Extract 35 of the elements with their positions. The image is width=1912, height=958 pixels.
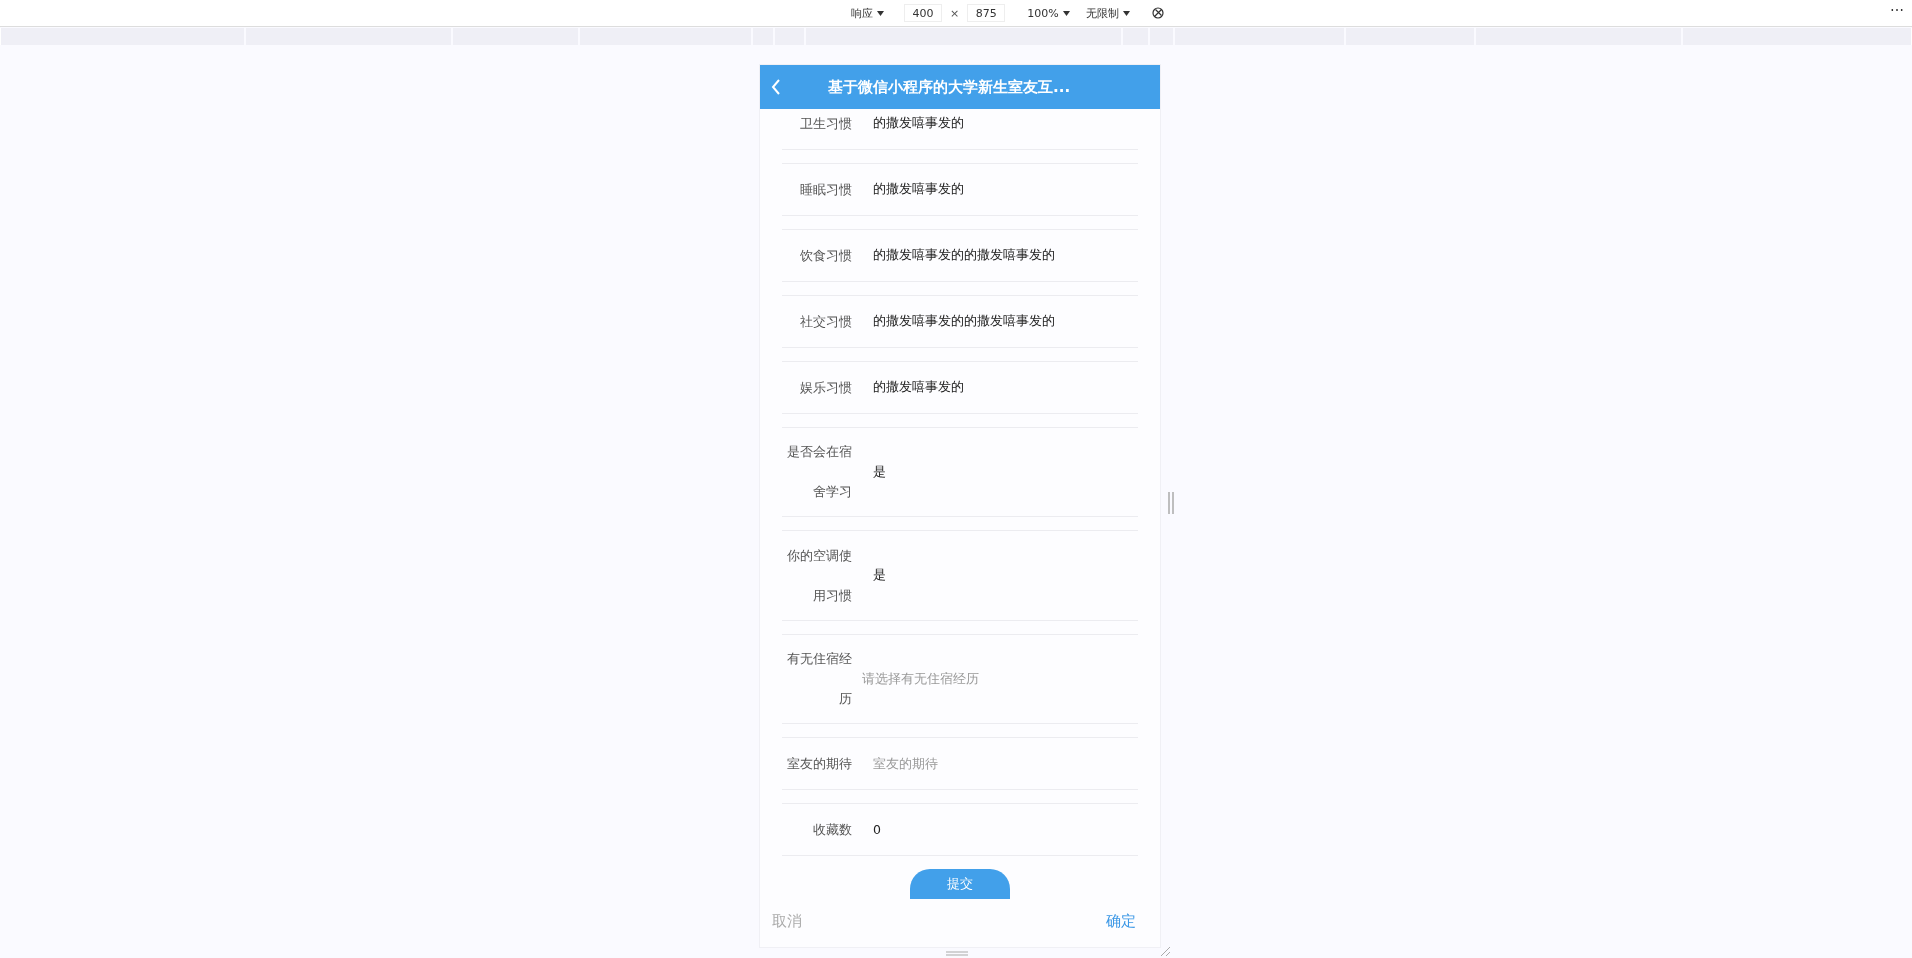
more-button[interactable]: ⋯ (1890, 2, 1904, 18)
times-sign: × (950, 6, 960, 20)
field-label: 社交习惯 (799, 312, 852, 331)
field-label: 饮食习惯 (799, 246, 852, 265)
back-icon[interactable] (770, 78, 782, 96)
field-value: 的撒发嘻事发的 (873, 181, 964, 198)
height-field[interactable]: 875 (967, 4, 1006, 22)
caret-icon (1062, 10, 1070, 16)
width-field[interactable]: 400 (904, 4, 942, 22)
resize-corner-icon[interactable] (1161, 947, 1170, 956)
caret-icon (877, 10, 884, 16)
field-value: 的撒发嘻事发的的撒发嘻事发的 (873, 247, 1055, 264)
caret-icon (1122, 10, 1130, 16)
field-value: 的撒发嘻事发的 (873, 379, 964, 396)
page-title: 基于微信小程序的大学新生室友互... (828, 77, 1071, 97)
field-value: 的撒发嘻事发的的撒发嘻事发的 (873, 313, 1055, 330)
field-value: 是 (873, 463, 886, 481)
field-label: 有无住宿经历 (786, 650, 852, 709)
device-mode-dropdown[interactable]: 响应 (851, 5, 884, 21)
field-label: 你的空调使用习惯 (786, 546, 852, 605)
field-label: 卫生习惯 (799, 114, 852, 133)
field-label: 是否会在宿舍学习 (786, 443, 852, 502)
field-label: 收藏数 (812, 820, 852, 839)
resize-handle-icon[interactable] (946, 951, 968, 956)
resize-handle-icon[interactable] (1168, 492, 1174, 514)
field-label: 睡眠习惯 (799, 180, 852, 199)
field-value: 的撒发嘻事发的 (873, 115, 964, 132)
field-label: 娱乐习惯 (799, 378, 852, 397)
zoom-dropdown[interactable]: 100% (1027, 6, 1070, 20)
field-label: 室友的期待 (786, 754, 852, 773)
input-field[interactable]: 室友的期待 (873, 756, 1093, 772)
field-value: 是 (873, 567, 886, 585)
field-value: 0 (873, 822, 881, 838)
rotate-icon[interactable] (1151, 7, 1164, 19)
throttle-dropdown[interactable]: 无限制 (1085, 5, 1130, 21)
